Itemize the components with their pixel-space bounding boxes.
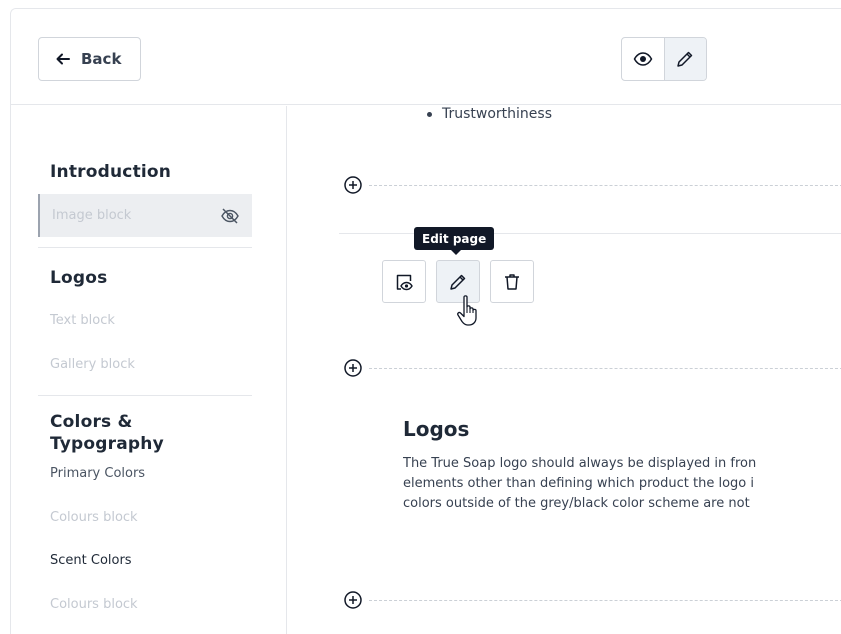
text-block-paragraph[interactable]: The True Soap logo should always be disp… bbox=[403, 454, 841, 514]
edit-page-tooltip: Edit page bbox=[414, 227, 495, 255]
page-editor-canvas: Trustworthiness Edit page Logos The True… bbox=[288, 106, 841, 634]
sidebar-item-colours-block[interactable]: Colours block bbox=[50, 597, 138, 612]
arrow-left-icon bbox=[56, 53, 70, 65]
preview-icon bbox=[396, 274, 413, 290]
add-block-row bbox=[343, 589, 841, 611]
back-button[interactable]: Back bbox=[38, 37, 141, 81]
bullet-dot bbox=[427, 111, 432, 117]
add-block-dotted-line bbox=[369, 367, 841, 369]
sidebar-item-image-block[interactable]: Image block bbox=[38, 194, 252, 237]
add-block-dotted-line bbox=[369, 184, 841, 186]
trash-icon bbox=[505, 273, 519, 290]
list-item-text: Trustworthiness bbox=[442, 106, 553, 122]
section-title-line: Colors & bbox=[50, 412, 133, 432]
app-window: Back Introduction Image block Logos Text… bbox=[10, 8, 841, 634]
sidebar-item-label: Image block bbox=[52, 208, 132, 223]
sidebar-section-logos[interactable]: Logos bbox=[50, 267, 107, 289]
plus-circle-icon[interactable] bbox=[343, 175, 363, 195]
eye-off-icon[interactable] bbox=[220, 206, 240, 226]
eye-icon bbox=[633, 52, 653, 66]
view-mode-toggle bbox=[621, 37, 707, 81]
add-block-dotted-line bbox=[369, 599, 841, 601]
sidebar-section-introduction[interactable]: Introduction bbox=[50, 161, 171, 183]
delete-block-button[interactable] bbox=[490, 260, 534, 303]
preview-mode-button[interactable] bbox=[622, 38, 664, 80]
section-heading: Logos bbox=[403, 417, 470, 441]
sidebar-item-text-block[interactable]: Text block bbox=[50, 313, 115, 328]
sidebar-divider bbox=[38, 247, 252, 248]
pencil-icon bbox=[677, 51, 693, 67]
list-item: Trustworthiness bbox=[427, 106, 552, 122]
top-bar: Back bbox=[11, 9, 841, 105]
section-title-line: Typography bbox=[50, 434, 164, 454]
hand-pointer-cursor-icon bbox=[457, 295, 477, 326]
plus-circle-icon[interactable] bbox=[343, 590, 363, 610]
paragraph-line: colors outside of the grey/black color s… bbox=[403, 496, 750, 511]
sidebar-item-scent-colors[interactable]: Scent Colors bbox=[50, 553, 132, 568]
sidebar-section-colors-typography[interactable]: Colors & Typography bbox=[50, 411, 164, 455]
edit-mode-button[interactable] bbox=[663, 38, 706, 80]
paragraph-line: The True Soap logo should always be disp… bbox=[403, 456, 757, 471]
pencil-icon bbox=[450, 274, 466, 290]
add-block-row bbox=[343, 174, 841, 196]
add-block-row bbox=[343, 357, 841, 379]
preview-block-button[interactable] bbox=[382, 260, 426, 303]
sidebar-item-gallery-block[interactable]: Gallery block bbox=[50, 357, 135, 372]
plus-circle-icon[interactable] bbox=[343, 358, 363, 378]
sidebar-divider bbox=[38, 395, 252, 396]
sidebar-nav: Introduction Image block Logos Text bloc… bbox=[11, 106, 287, 634]
sidebar-item-colours-block[interactable]: Colours block bbox=[50, 510, 138, 525]
sidebar-item-primary-colors[interactable]: Primary Colors bbox=[50, 466, 145, 481]
back-label: Back bbox=[81, 50, 122, 68]
paragraph-line: elements other than defining which produ… bbox=[403, 476, 754, 491]
